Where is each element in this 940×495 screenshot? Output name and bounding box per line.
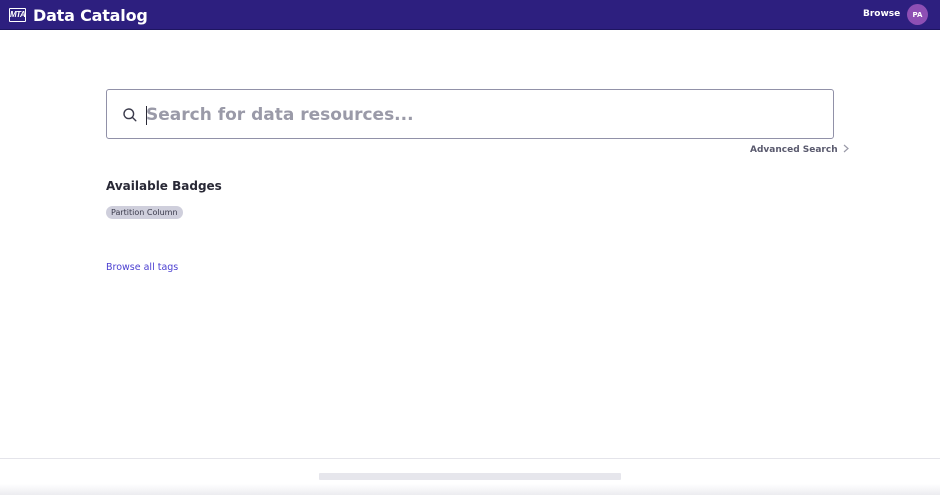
- footer-divider: [0, 458, 940, 459]
- advanced-search-label: Advanced Search: [750, 145, 838, 155]
- app-title[interactable]: Data Catalog: [33, 6, 148, 25]
- mta-logo[interactable]: MTA: [9, 8, 26, 22]
- user-avatar[interactable]: PA: [907, 4, 928, 25]
- search-bar[interactable]: [106, 89, 834, 139]
- available-badges-heading: Available Badges: [106, 179, 222, 193]
- chevron-right-icon: [843, 144, 849, 156]
- search-input[interactable]: [146, 100, 816, 130]
- nav-browse-link[interactable]: Browse: [863, 9, 900, 19]
- top-nav-bar: MTA Data Catalog Browse PA: [0, 0, 940, 30]
- horizontal-scrollbar[interactable]: [319, 473, 621, 480]
- browse-all-tags-link[interactable]: Browse all tags: [106, 262, 178, 273]
- advanced-search-link[interactable]: Advanced Search: [750, 144, 849, 156]
- badge-partition-column[interactable]: Partition Column: [106, 206, 183, 219]
- search-icon: [122, 107, 138, 123]
- bottom-shadow: [0, 484, 940, 495]
